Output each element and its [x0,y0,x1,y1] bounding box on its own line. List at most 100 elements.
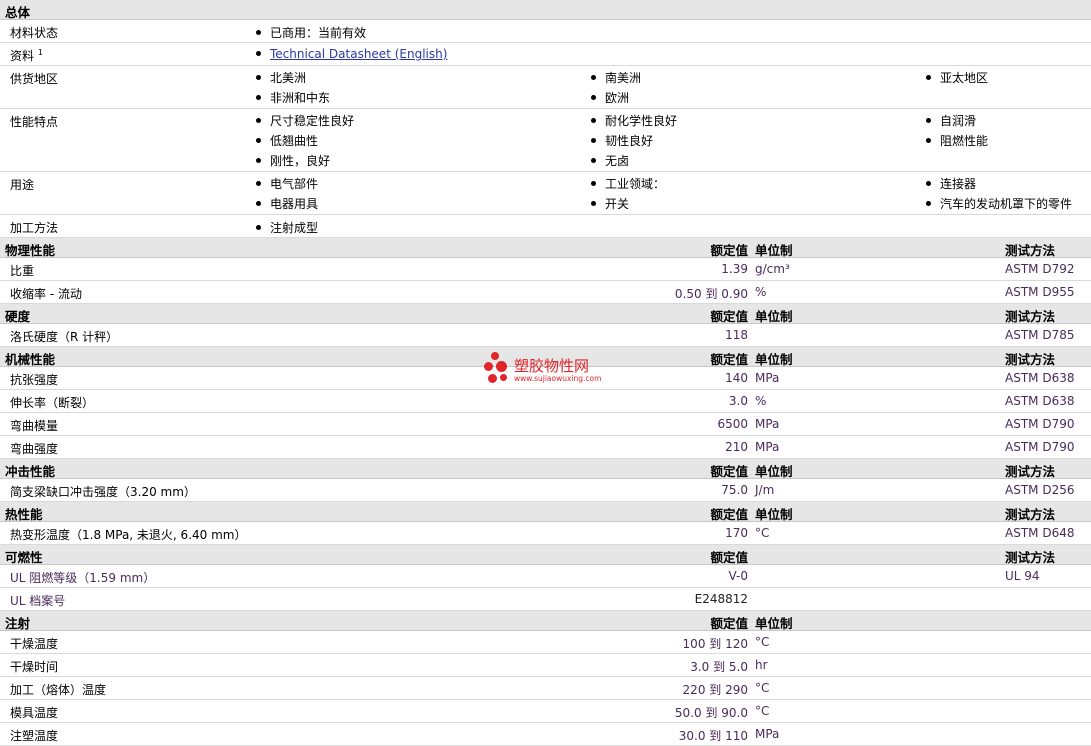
table-row: 干燥时间 3.0 到 5.0 hr [0,654,1091,677]
section-title: 注射 [5,616,31,631]
nominal-header: 额定值 [710,243,748,258]
section-physical-header: 物理性能 额定值 单位制 测试方法 [0,238,1091,258]
test-method: ASTM D790 [1005,440,1075,454]
unit-header: 单位制 [755,507,793,522]
unit-header: 单位制 [755,352,793,367]
list-item: 连接器 [940,177,977,191]
bullet-icon [256,51,261,56]
section-title: 硬度 [5,309,31,324]
method-header: 测试方法 [1005,550,1056,565]
property-unit: MPa [755,440,780,454]
nominal-header: 额定值 [710,616,748,631]
section-hardness-header: 硬度 额定值 单位制 测试方法 [0,304,1091,324]
bullet-icon [591,201,596,206]
property-value: E248812 [694,592,748,606]
test-method: ASTM D256 [1005,483,1075,497]
table-row: 弯曲强度 210 MPa ASTM D790 [0,436,1091,459]
property-unit: MPa [755,371,780,385]
list-item: 无卤 [605,154,630,168]
test-method: ASTM D648 [1005,526,1075,540]
list-item: 汽车的发动机罩下的零件 [940,197,1073,211]
nominal-header: 额定值 [710,550,748,565]
property-value: 0.50 到 0.90 [674,287,748,301]
property-name: 弯曲模量 [10,419,59,433]
material-status-row: 材料状态 已商用：当前有效 [0,20,1091,43]
table-row: 模具温度 50.0 到 90.0 °C [0,700,1091,723]
unit-header: 单位制 [755,616,793,631]
property-name: 注塑温度 [10,729,59,743]
list-item: 亚太地区 [940,71,989,85]
property-value: 1.39 [721,262,748,276]
property-unit: hr [755,658,768,672]
bullet-icon [256,30,261,35]
list-item: 欧洲 [605,91,630,105]
property-value: 118 [725,328,748,342]
technical-datasheet-link[interactable]: Technical Datasheet (English) [270,47,447,61]
property-name: 模具温度 [10,706,59,720]
nominal-header: 额定值 [710,309,748,324]
property-value: 140 [725,371,748,385]
property-unit: MPa [755,417,780,431]
table-row: 注塑温度 30.0 到 110 MPa [0,723,1091,746]
table-row: 比重 1.39 g/cm³ ASTM D792 [0,258,1091,281]
section-title: 机械性能 [5,352,56,367]
processing-value: 注射成型 [270,221,319,235]
bullet-icon [591,158,596,163]
property-unit: g/cm³ [755,262,790,276]
property-value: V-0 [728,569,748,583]
row-label: 用途 [10,178,35,192]
section-injection-header: 注射 额定值 单位制 [0,611,1091,631]
property-unit: °C [755,681,770,695]
list-item: 电器用具 [270,197,319,211]
nominal-header: 额定值 [710,464,748,479]
table-row: 弯曲模量 6500 MPa ASTM D790 [0,413,1091,436]
features-row: 性能特点 尺寸稳定性良好 耐化学性良好 自润滑 低翘曲性 韧性良好 阻燃性能 刚… [0,109,1091,172]
property-value: 100 到 120 [682,637,748,651]
watermark-title: 塑胶物性网 [514,357,590,375]
bullet-icon [926,75,931,80]
list-item: 阻燃性能 [940,134,989,148]
section-title: 总体 [5,5,31,20]
property-value: 220 到 290 [682,683,748,697]
unit-header: 单位制 [755,243,793,258]
docs-row: 资料 1 Technical Datasheet (English) [0,43,1091,66]
property-value: 50.0 到 90.0 [674,706,748,720]
property-unit: J/m [755,483,775,497]
bullet-icon [591,118,596,123]
list-item: 电气部件 [270,177,319,191]
property-unit: % [755,285,767,299]
bullet-icon [591,138,596,143]
section-title: 热性能 [5,507,43,522]
row-label: 材料状态 [10,26,59,40]
method-header: 测试方法 [1005,352,1056,367]
watermark-url: www.sujiaowuxing.com [514,374,602,383]
test-method: ASTM D790 [1005,417,1075,431]
property-value: 170 [725,526,748,540]
footnote-marker: 1 [37,48,43,57]
property-value: 210 [725,440,748,454]
list-item: 北美洲 [270,71,307,85]
section-title: 物理性能 [5,243,56,258]
bullet-icon [591,95,596,100]
property-unit: °C [755,635,770,649]
property-name: 简支梁缺口冲击强度（3.20 mm） [10,485,196,499]
property-name: 弯曲强度 [10,442,59,456]
list-item: 自润滑 [940,114,977,128]
list-item: 刚性，良好 [270,154,331,168]
property-value: 3.0 [728,394,748,408]
property-name: 热变形温度（1.8 MPa, 未退火, 6.40 mm） [10,528,247,542]
section-thermal-header: 热性能 额定值 单位制 测试方法 [0,502,1091,522]
row-label: 性能特点 [10,115,59,129]
property-unit: MPa [755,727,780,741]
table-row: 干燥温度 100 到 120 °C [0,631,1091,654]
availability-row: 供货地区 北美洲 南美洲 亚太地区 非洲和中东 欧洲 [0,66,1091,109]
table-row: 伸长率（断裂） 3.0 % ASTM D638 [0,390,1091,413]
property-name: 洛氏硬度（R 计秤） [10,330,119,344]
table-row: 热变形温度（1.8 MPa, 未退火, 6.40 mm） 170 °C ASTM… [0,522,1091,545]
bullet-icon [256,158,261,163]
property-value: 30.0 到 110 [678,729,748,743]
section-general-header: 总体 [0,0,1091,20]
section-impact-header: 冲击性能 额定值 单位制 测试方法 [0,459,1091,479]
list-item: 工业领域： [605,177,666,191]
test-method: ASTM D785 [1005,328,1075,342]
